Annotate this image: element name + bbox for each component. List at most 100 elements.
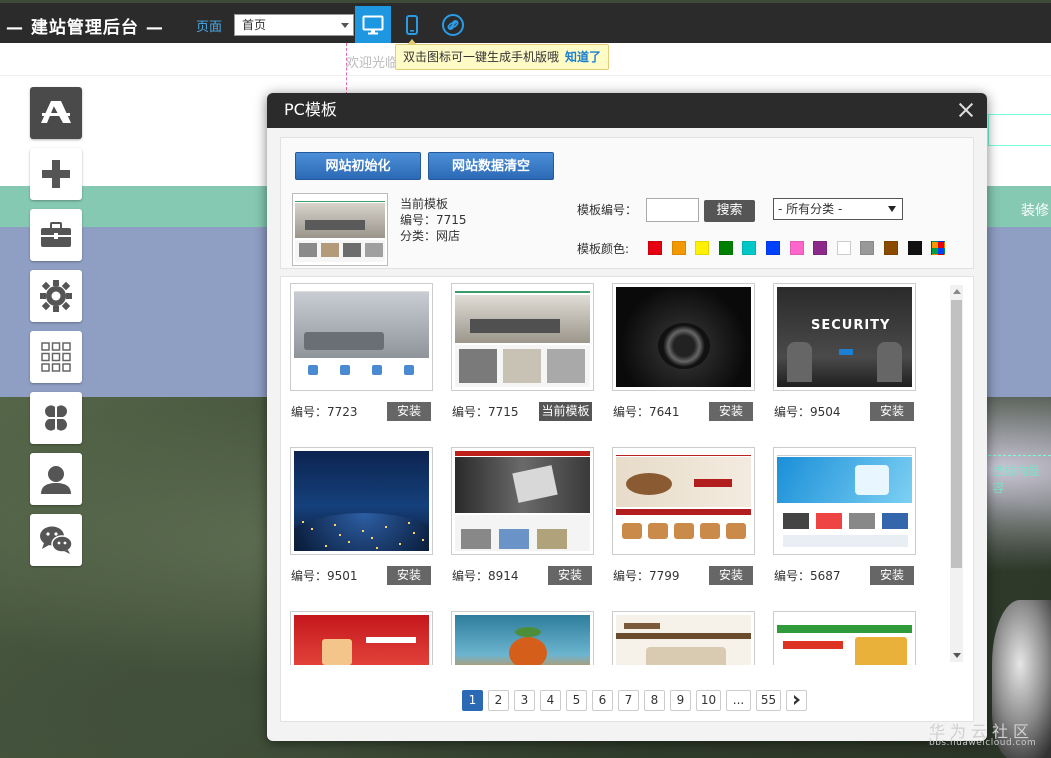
install-button[interactable]: 安装 (387, 402, 431, 421)
template-card[interactable]: 编号：7715 当前模板 (451, 283, 594, 421)
pagination-page[interactable]: 9 (670, 690, 691, 711)
template-card[interactable] (290, 611, 433, 665)
category-select[interactable]: - 所有分类 - (773, 198, 903, 220)
template-thumbnail[interactable]: SECURITY (773, 283, 916, 391)
pagination-page[interactable]: 4 (540, 690, 561, 711)
install-button[interactable]: 安装 (548, 566, 592, 585)
modules-button[interactable] (30, 392, 82, 444)
pagination-page[interactable]: 3 (514, 690, 535, 711)
template-thumbnail[interactable] (451, 611, 594, 665)
pagination: 1 2 3 4 5 6 7 8 9 10... 55 (462, 690, 812, 711)
preview-block (616, 633, 751, 639)
search-button[interactable]: 搜索 (704, 200, 755, 222)
user-icon (41, 466, 71, 494)
color-swatch[interactable] (648, 241, 662, 255)
pagination-page[interactable]: 8 (644, 690, 665, 711)
template-number: 编号：8914 (452, 569, 519, 583)
template-card[interactable]: 编号：9501 安装 (290, 447, 433, 585)
install-button[interactable]: 安装 (709, 402, 753, 421)
install-button[interactable]: 安装 (709, 566, 753, 585)
template-card[interactable] (451, 611, 594, 665)
install-button[interactable]: 安装 (387, 566, 431, 585)
link-button[interactable] (435, 6, 471, 43)
category-select-value: - 所有分类 - (778, 202, 843, 216)
preview-block (455, 287, 590, 293)
color-swatch[interactable] (860, 241, 875, 255)
pagination-page[interactable]: 6 (592, 690, 613, 711)
pagination-page[interactable]: 10 (696, 690, 721, 711)
tooltip-dismiss-link[interactable]: 知道了 (565, 50, 601, 64)
site-init-button[interactable]: 网站初始化 (295, 152, 421, 180)
template-thumbnail[interactable] (290, 447, 433, 555)
pagination-page[interactable]: 5 (566, 690, 587, 711)
install-button[interactable]: 安装 (870, 402, 914, 421)
template-thumbnail[interactable] (290, 611, 433, 665)
pagination-ellipsis: ... (726, 690, 751, 711)
scroll-up-arrow-icon[interactable] (953, 289, 961, 294)
page-select[interactable]: 首页 (234, 14, 354, 36)
canvas-editable-block[interactable] (988, 114, 1051, 146)
template-card[interactable]: 编号：7799 安装 (612, 447, 755, 585)
color-swatch[interactable] (789, 241, 804, 255)
close-icon[interactable] (957, 101, 975, 119)
install-button[interactable]: 安装 (870, 566, 914, 585)
preview-block (308, 365, 318, 375)
template-thumbnail[interactable] (773, 447, 916, 555)
template-card[interactable]: 编号：7641 安装 (612, 283, 755, 421)
template-grid-scrollbar[interactable] (950, 285, 963, 662)
template-number-input[interactable] (646, 198, 699, 222)
add-button[interactable] (30, 148, 82, 200)
template-thumbnail[interactable] (451, 283, 594, 391)
color-swatch[interactable] (883, 241, 898, 255)
pagination-next-button[interactable] (786, 690, 807, 711)
toolbox-button[interactable] (30, 209, 82, 261)
color-swatch[interactable] (836, 241, 851, 255)
pagination-page[interactable]: 55 (756, 690, 781, 711)
wechat-button[interactable] (30, 514, 82, 566)
site-data-clear-button[interactable]: 网站数据清空 (428, 152, 554, 180)
template-thumbnail[interactable] (451, 447, 594, 555)
pagination-page[interactable]: 1 (462, 690, 483, 711)
template-thumbnail[interactable] (612, 283, 755, 391)
chevron-down-icon (888, 206, 896, 212)
app-store-button[interactable] (30, 87, 82, 139)
template-thumbnail[interactable] (290, 283, 433, 391)
template-card[interactable] (612, 611, 755, 665)
mobile-tip-tooltip: 双击图标可一键生成手机版哦 知道了 (395, 39, 610, 70)
color-swatch[interactable] (718, 241, 733, 255)
color-swatch[interactable] (931, 241, 946, 255)
template-card[interactable]: 编号：5687 安装 (773, 447, 916, 585)
mobile-template-button[interactable] (394, 6, 430, 43)
preview-block (376, 547, 378, 549)
settings-button[interactable] (30, 270, 82, 322)
pc-template-dialog: PC模板 网站初始化 网站数据清空 当前模板 编号：7715 分类：网店 模板编… (267, 93, 987, 741)
template-card[interactable]: 编号：8914 安装 (451, 447, 594, 585)
template-thumbnail[interactable] (612, 611, 755, 665)
color-swatch[interactable] (907, 241, 922, 255)
tooltip-arrow (407, 39, 417, 45)
template-preview-image (777, 451, 912, 551)
current-template-preview (295, 196, 385, 263)
color-swatch[interactable] (671, 241, 686, 255)
scrollbar-thumb[interactable] (951, 300, 962, 568)
template-card[interactable]: 编号：7723 安装 (290, 283, 433, 421)
template-thumbnail[interactable] (612, 447, 755, 555)
preview-block (503, 349, 541, 383)
template-card[interactable] (773, 611, 916, 665)
preview-block (674, 523, 694, 539)
preview-block (371, 537, 373, 539)
pagination-page[interactable]: 7 (618, 690, 639, 711)
layout-grid-button[interactable] (30, 331, 82, 383)
scroll-down-arrow-icon[interactable] (953, 653, 961, 658)
pc-template-button[interactable] (355, 6, 391, 43)
color-swatch[interactable] (742, 241, 757, 255)
template-thumbnail[interactable] (773, 611, 916, 665)
color-swatch[interactable] (813, 241, 828, 255)
pagination-page[interactable]: 2 (488, 690, 509, 711)
admin-topbar: — 建站管理后台 — 页面 首页 (0, 3, 1051, 43)
color-swatch[interactable] (695, 241, 710, 255)
tooltip-text: 双击图标可一键生成手机版哦 (403, 50, 560, 64)
template-card[interactable]: SECURITY 编号：9504 安装 (773, 283, 916, 421)
color-swatch[interactable] (765, 241, 780, 255)
member-button[interactable] (30, 453, 82, 505)
